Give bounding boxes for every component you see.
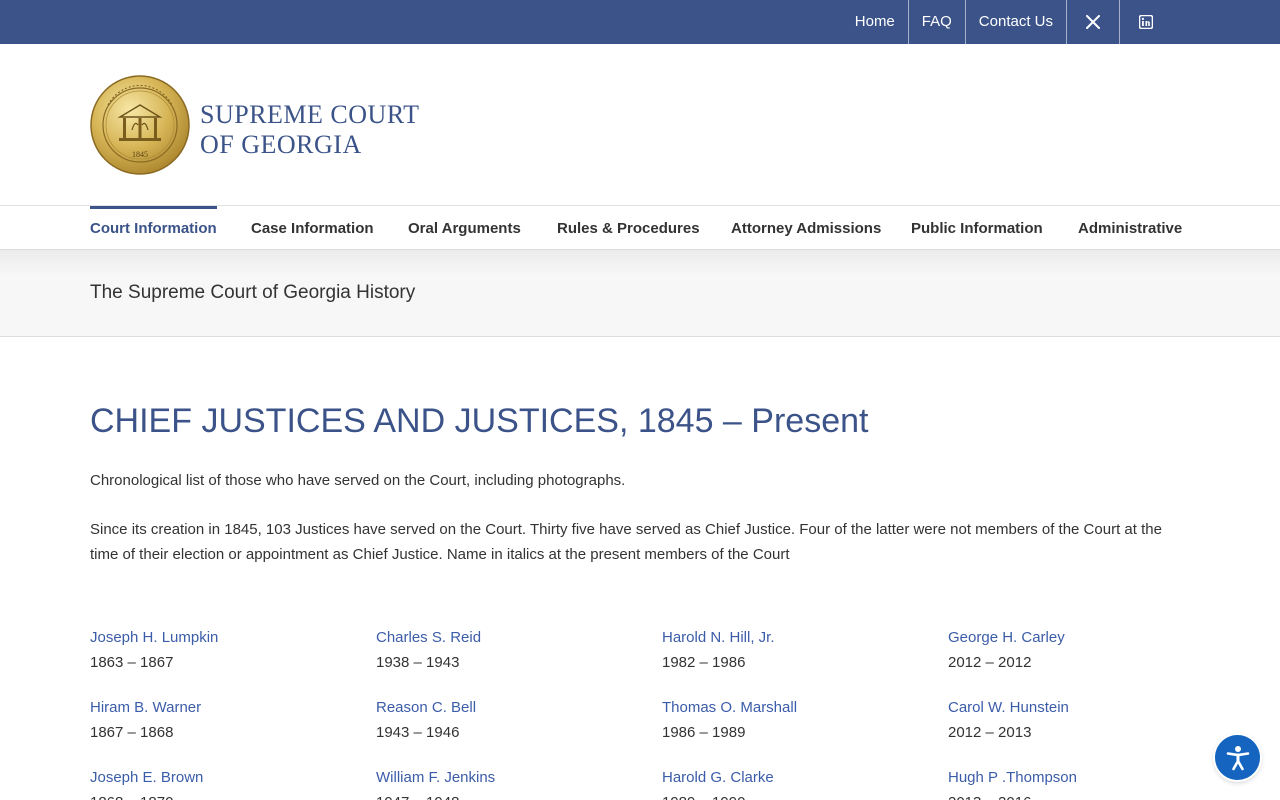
justice-name-link[interactable]: Reason C. Bell	[376, 696, 636, 720]
justice-years: 1947 – 1948	[376, 790, 636, 800]
justice-name-link[interactable]: Hugh P .Thompson	[948, 766, 1208, 790]
nav-oral-arguments[interactable]: Oral Arguments	[408, 206, 521, 250]
nav-public-information[interactable]: Public Information	[911, 206, 1043, 250]
nav-rules-procedures[interactable]: Rules & Procedures	[557, 206, 700, 250]
justice-entry: Reason C. Bell 1943 – 1946	[376, 696, 636, 766]
justice-entry: Carol W. Hunstein 2012 – 2013	[948, 696, 1208, 766]
justice-years: 2013 – 2016	[948, 790, 1208, 800]
justice-years: 1982 – 1986	[662, 654, 746, 671]
justice-years: 1867 – 1868	[90, 724, 174, 741]
description-text: Since its creation in 1845, 103 Justices…	[90, 521, 1162, 563]
justice-name-link[interactable]: Carol W. Hunstein	[948, 696, 1208, 720]
justice-name-link[interactable]: Thomas O. Marshall	[662, 696, 922, 720]
justice-years: 1868 – 1870	[90, 790, 350, 800]
page-title-bar: The Supreme Court of Georgia History	[0, 250, 1280, 337]
justice-name-link[interactable]: Charles S. Reid	[376, 626, 636, 650]
justice-entry: George H. Carley 2012 – 2012	[948, 626, 1208, 696]
linkedin-icon[interactable]	[1119, 0, 1172, 44]
brand-line-1: SUPREME COURT	[200, 100, 420, 129]
justice-years: 1989 – 1990	[662, 790, 922, 800]
site-header: 1845 SUPREME COURT OF GEORGIA	[0, 44, 1280, 205]
justice-entry: Joseph E. Brown 1868 – 1870	[90, 766, 350, 800]
top-nav-contact-us[interactable]: Contact Us	[964, 0, 1066, 44]
justice-name-link[interactable]: Harold G. Clarke	[662, 766, 922, 790]
justice-entry: Joseph H. Lumpkin 1863 – 1867	[90, 626, 350, 696]
justice-entry: Charles S. Reid 1938 – 1943	[376, 626, 636, 696]
top-nav: Home FAQ Contact Us	[842, 0, 1172, 44]
justice-name-link[interactable]: Harold N. Hill, Jr.	[662, 626, 922, 650]
x-twitter-icon[interactable]	[1066, 0, 1119, 44]
justice-name-link[interactable]: George H. Carley	[948, 626, 1208, 650]
justice-years: 2012 – 2012	[948, 654, 1032, 671]
justice-years: 1943 – 1946	[376, 724, 460, 741]
nav-attorney-admissions[interactable]: Attorney Admissions	[731, 206, 881, 250]
accessibility-button[interactable]	[1215, 735, 1260, 780]
nav-case-information[interactable]: Case Information	[251, 206, 374, 250]
content-heading: CHIEF JUSTICES AND JUSTICES, 1845 – Pres…	[90, 402, 869, 440]
justice-years: 2012 – 2013	[948, 724, 1032, 741]
justice-years: 1986 – 1989	[662, 724, 746, 741]
justice-entry: Hiram B. Warner 1867 – 1868	[90, 696, 350, 766]
justices-column-1: Joseph H. Lumpkin 1863 – 1867 Hiram B. W…	[90, 626, 350, 800]
page-title: The Supreme Court of Georgia History	[90, 282, 416, 303]
justices-column-4: George H. Carley 2012 – 2012 Carol W. Hu…	[948, 626, 1208, 800]
justice-entry: Hugh P .Thompson 2013 – 2016	[948, 766, 1208, 800]
justice-entry: Harold N. Hill, Jr. 1982 – 1986	[662, 626, 922, 696]
top-nav-faq[interactable]: FAQ	[907, 0, 965, 44]
top-bar: Home FAQ Contact Us	[0, 0, 1280, 44]
justice-years: 1938 – 1943	[376, 654, 460, 671]
justices-column-2: Charles S. Reid 1938 – 1943 Reason C. Be…	[376, 626, 636, 800]
top-nav-home[interactable]: Home	[842, 0, 908, 44]
intro-text: Chronological list of those who have ser…	[90, 472, 626, 489]
court-seal-logo[interactable]: 1845	[90, 75, 190, 175]
nav-court-information[interactable]: Court Information	[90, 206, 217, 250]
main-nav: Court Information Case Information Oral …	[0, 205, 1280, 250]
justice-name-link[interactable]: William F. Jenkins	[376, 766, 636, 790]
justice-entry: Thomas O. Marshall 1986 – 1989	[662, 696, 922, 766]
site-brand[interactable]: SUPREME COURT OF GEORGIA	[200, 100, 419, 160]
justice-name-link[interactable]: Joseph H. Lumpkin	[90, 626, 350, 650]
justice-name-link[interactable]: Hiram B. Warner	[90, 696, 350, 720]
justice-entry: Harold G. Clarke 1989 – 1990	[662, 766, 922, 800]
justices-column-3: Harold N. Hill, Jr. 1982 – 1986 Thomas O…	[662, 626, 922, 800]
seal-year: 1845	[132, 150, 148, 159]
justice-years: 1863 – 1867	[90, 654, 174, 671]
nav-administrative[interactable]: Administrative	[1078, 206, 1182, 250]
accessibility-icon	[1226, 745, 1249, 770]
justice-name-link[interactable]: Joseph E. Brown	[90, 766, 350, 790]
justice-entry: William F. Jenkins 1947 – 1948	[376, 766, 636, 800]
brand-line-2: OF GEORGIA	[200, 130, 362, 159]
